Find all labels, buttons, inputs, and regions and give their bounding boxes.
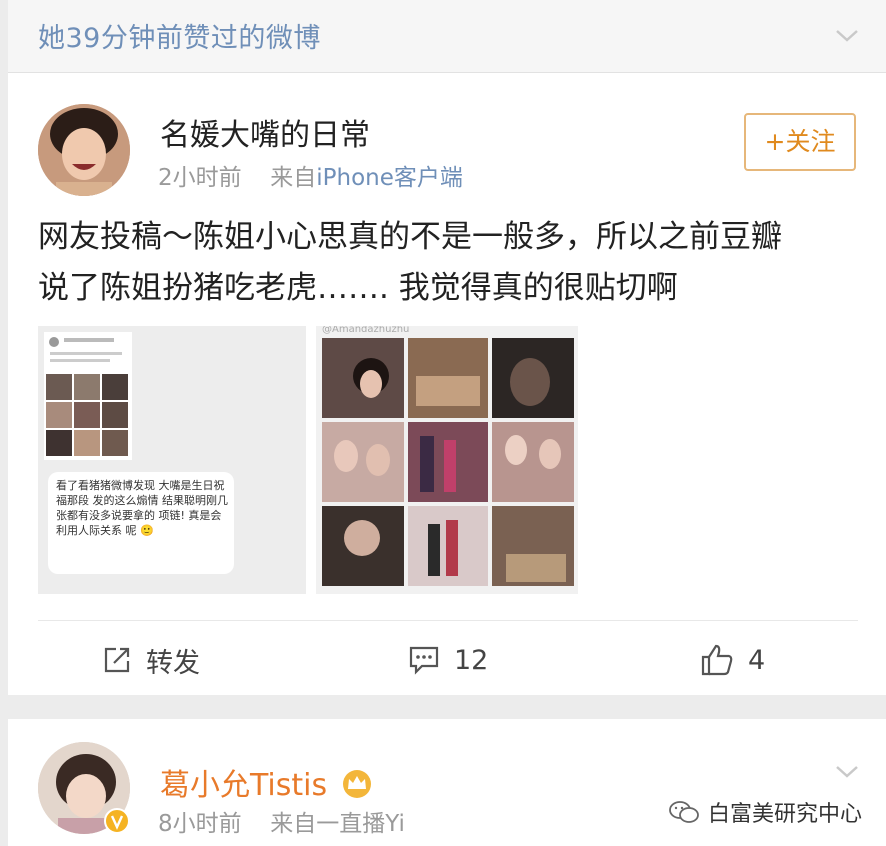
post-text: 网友投稿～陈姐小心思真的不是一般多，所以之前豆瓣 说了陈姐扮猪吃老虎……. 我觉… [38,212,858,314]
next-post-user-name[interactable]: 葛小允Tistis [160,760,373,804]
verified-badge-icon [104,808,130,834]
post-image-1[interactable]: 看了看猪猪微博发现 大嘴是生日祝福那段 发的这么煽情 结果聪明刚几张都有没多说要… [38,326,306,594]
post-text-line: 说了陈姐扮猪吃老虎……. 我觉得真的很贴切啊 [38,270,678,306]
chevron-down-icon[interactable] [834,758,860,784]
repost-label: 转发 [146,647,200,679]
card-separator [8,695,886,719]
like-button[interactable]: 4 [700,638,765,682]
next-post-user-name-text: 葛小允Tistis [160,768,328,803]
post-source[interactable]: iPhone客户端 [316,165,463,191]
comment-icon [409,646,439,675]
post-image-2[interactable]: @Amandazhuzhu [316,326,578,594]
post-user-name[interactable]: 名媛大嘴的日常 [160,110,370,154]
comment-count: 12 [454,644,489,676]
watermark: 白富美研究中心 [668,796,862,828]
watermark-text: 白富美研究中心 [708,802,863,827]
post-time: 2小时前 [158,165,242,191]
crown-badge-icon [342,770,371,798]
action-divider [38,620,858,621]
post-image-1-caption: 看了看猪猪微博发现 大嘴是生日祝福那段 发的这么煽情 结果聪明刚几张都有没多说要… [56,479,228,537]
next-post-time: 8小时前 [158,811,242,837]
post-text-line: 网友投稿～陈姐小心思真的不是一般多，所以之前豆瓣 [38,219,782,255]
chevron-down-icon[interactable] [834,22,860,48]
next-post-meta: 8小时前 来自一直播Yi [158,804,405,838]
liked-banner-text: 她39分钟前赞过的微博 [38,23,321,54]
post-source-prefix: 来自 [270,165,317,191]
comment-button[interactable]: 12 [408,638,488,682]
avatar[interactable] [38,104,130,196]
next-post-source: 来自一直播Yi [270,811,405,837]
post-meta: 2小时前 来自iPhone客户端 [158,158,463,192]
repost-icon [104,647,130,673]
thumbs-up-icon [701,644,733,676]
like-count: 4 [748,644,766,676]
follow-button[interactable]: +关注 [744,113,856,171]
repost-button[interactable]: 转发 [102,638,200,682]
wechat-icon [669,801,699,823]
